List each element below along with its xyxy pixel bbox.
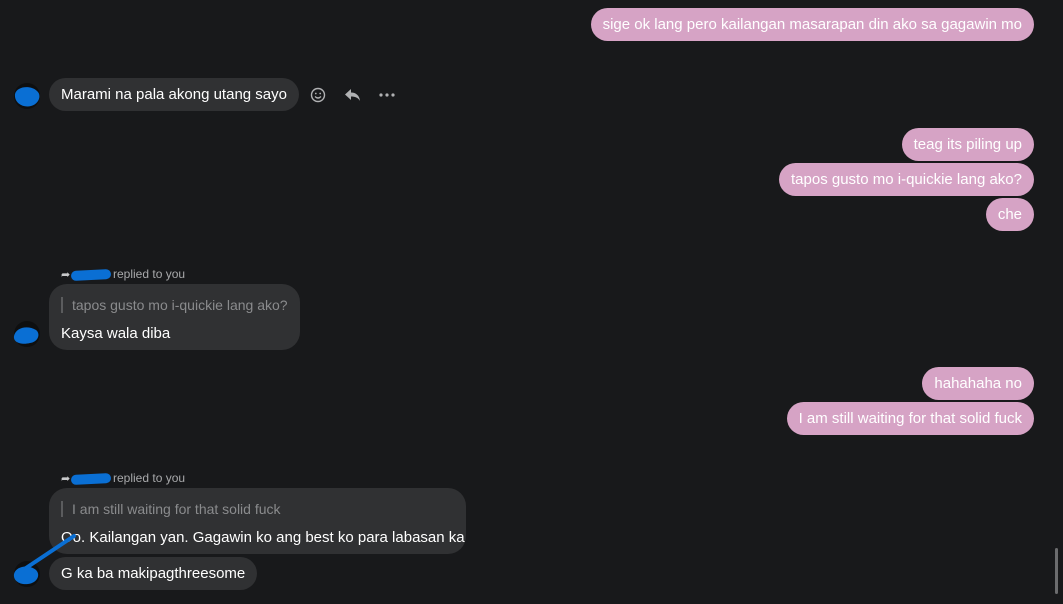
reply-message-text: Kaysa wala diba xyxy=(61,325,171,342)
reply-message[interactable]: tapos gusto mo i-quickie lang ako? Kaysa… xyxy=(49,284,300,350)
quoted-message[interactable]: I am still waiting for that solid fuck xyxy=(61,501,281,517)
incoming-message[interactable]: G ka ba makipagthreesome xyxy=(49,557,258,590)
reply-message-text: Oo. Kailangan yan. Gagawin ko ang best k… xyxy=(61,529,465,546)
avatar[interactable] xyxy=(13,320,41,348)
reply-icon[interactable] xyxy=(341,84,363,106)
redacted-name xyxy=(70,268,112,281)
quoted-message[interactable]: tapos gusto mo i-quickie lang ako? xyxy=(61,297,288,313)
reply-indicator: ➦ replied to you xyxy=(61,267,185,282)
outgoing-message[interactable]: che xyxy=(985,198,1034,231)
outgoing-message[interactable]: I am still waiting for that solid fuck xyxy=(786,402,1034,435)
avatar[interactable] xyxy=(13,82,41,110)
more-options-icon[interactable] xyxy=(376,84,398,106)
chat-thread: sige ok lang pero kailangan masarapan di… xyxy=(0,0,1063,604)
reply-indicator: ➦ replied to you xyxy=(61,471,185,486)
outgoing-message[interactable]: hahahaha no xyxy=(922,367,1034,400)
reply-arrow-icon: ➦ xyxy=(61,269,71,281)
replied-label: replied to you xyxy=(113,267,186,281)
incoming-message[interactable]: Marami na pala akong utang sayo xyxy=(49,78,299,111)
scrollbar[interactable] xyxy=(1055,548,1058,594)
outgoing-message[interactable]: sige ok lang pero kailangan masarapan di… xyxy=(590,8,1034,41)
reply-message[interactable]: I am still waiting for that solid fuck O… xyxy=(49,488,466,554)
outgoing-message[interactable]: teag its piling up xyxy=(901,128,1034,161)
replied-label: replied to you xyxy=(113,471,186,485)
outgoing-message[interactable]: tapos gusto mo i-quickie lang ako? xyxy=(779,163,1034,196)
emoji-reaction-icon[interactable] xyxy=(307,84,329,106)
reply-arrow-icon: ➦ xyxy=(61,473,71,485)
redaction-stroke xyxy=(18,534,76,574)
redacted-name xyxy=(70,472,112,485)
